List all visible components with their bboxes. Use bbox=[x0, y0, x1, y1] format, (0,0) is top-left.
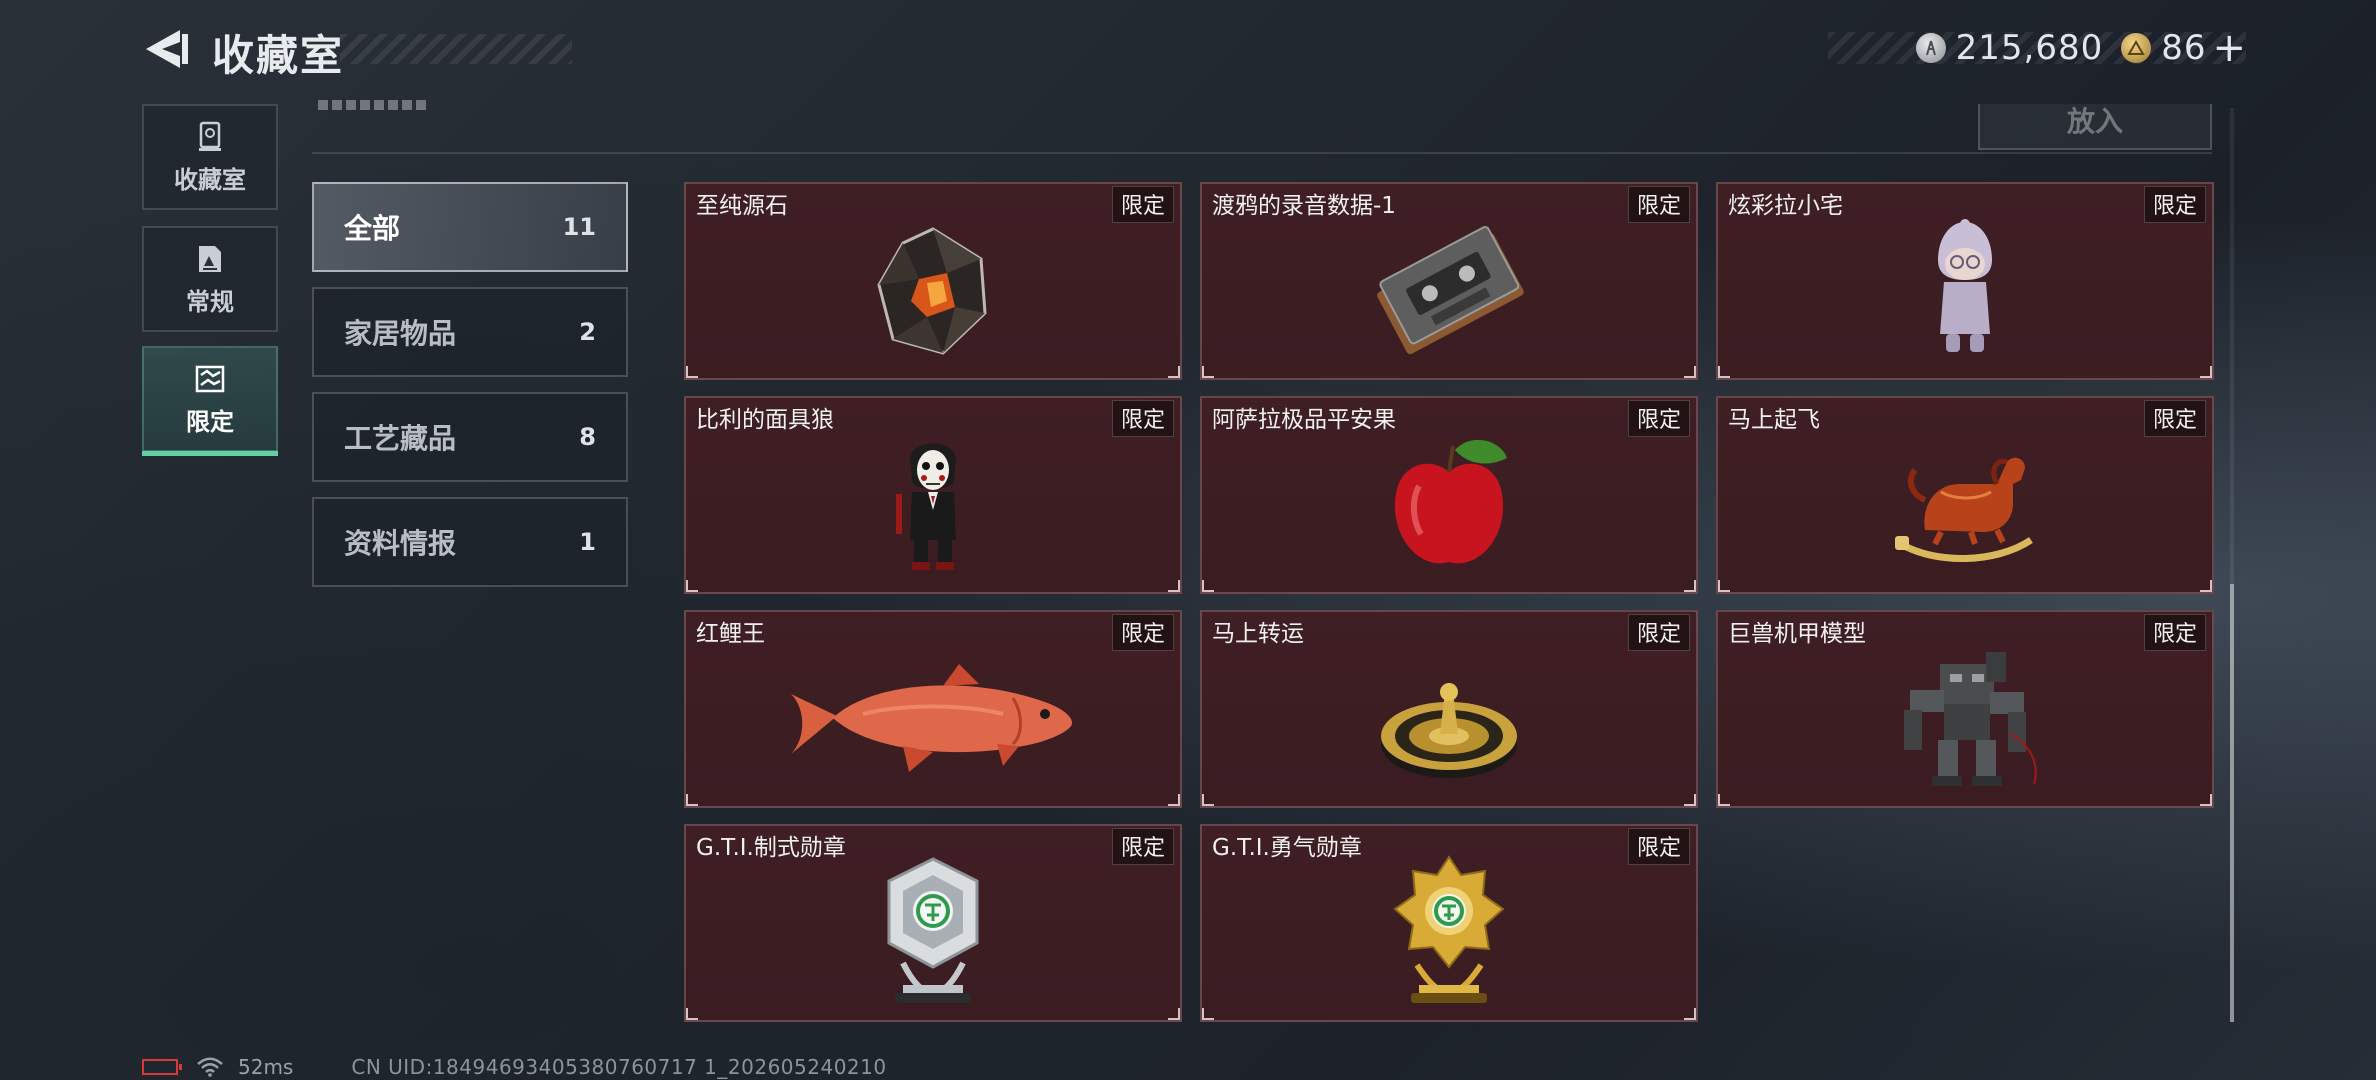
currency-bar: 215,680 86 + bbox=[1828, 28, 2246, 68]
item-card[interactable]: 马上起飞 限定 bbox=[1716, 396, 2214, 594]
ping-value: 52ms bbox=[238, 1055, 294, 1079]
item-card[interactable]: 马上转运 限定 bbox=[1200, 610, 1698, 808]
item-card[interactable]: 比利的面具狼 限定 bbox=[684, 396, 1182, 594]
item-card[interactable]: 阿萨拉极品平安果 限定 bbox=[1200, 396, 1698, 594]
item-card[interactable]: 巨兽机甲模型 限定 bbox=[1716, 610, 2214, 808]
category-count: 11 bbox=[562, 213, 596, 241]
category-name: 工艺藏品 bbox=[344, 422, 457, 455]
rail-tab-label: 限定 bbox=[186, 407, 234, 436]
mech-model-icon bbox=[1718, 632, 2212, 806]
place-in-label: 放入 bbox=[2066, 105, 2123, 138]
scrollbar-thumb[interactable] bbox=[2230, 584, 2234, 1022]
gold-triangle-coin-icon bbox=[2121, 33, 2152, 63]
document-icon bbox=[199, 245, 221, 272]
item-card[interactable]: 渡鸦的录音数据-1 限定 bbox=[1200, 182, 1698, 380]
puppet-figure-icon bbox=[686, 418, 1180, 592]
silver-coin-icon bbox=[1915, 33, 1946, 63]
category-name: 资料情报 bbox=[344, 527, 457, 560]
partial-header-text bbox=[318, 100, 428, 110]
back-button[interactable] bbox=[140, 26, 190, 72]
battery-icon bbox=[142, 1059, 182, 1075]
category-crafts[interactable]: 工艺藏品 8 bbox=[312, 392, 628, 482]
header-bar: 收藏室 215,680 86 + bbox=[0, 0, 2376, 96]
place-in-button[interactable]: 放入 bbox=[1978, 104, 2212, 150]
item-card[interactable]: G.T.I.制式勋章 限定 bbox=[684, 824, 1182, 1022]
page-title: 收藏室 bbox=[212, 31, 345, 80]
category-count: 8 bbox=[579, 423, 596, 451]
category-intel[interactable]: 资料情报 1 bbox=[312, 497, 628, 587]
item-grid: 至纯源石 限定 渡鸦的录音数据-1 限定 炫彩拉小宅 限定 比利的面具狼 限定 … bbox=[684, 182, 2214, 1022]
golden-compass-icon bbox=[1202, 632, 1696, 806]
carp-fish-icon bbox=[686, 632, 1180, 806]
divider bbox=[312, 152, 2212, 154]
silver-currency-value: 215,680 bbox=[1955, 28, 2104, 68]
back-arrow-icon bbox=[146, 30, 188, 68]
item-card[interactable]: 红鲤王 限定 bbox=[684, 610, 1182, 808]
category-name: 家居物品 bbox=[344, 317, 457, 350]
category-household[interactable]: 家居物品 2 bbox=[312, 287, 628, 377]
status-footer: 52ms CN UID:18494693405380760717 1_20260… bbox=[142, 1054, 887, 1080]
rail-tab-label: 常规 bbox=[186, 287, 234, 316]
item-card[interactable]: 炫彩拉小宅 限定 bbox=[1716, 182, 2214, 380]
item-card[interactable]: 至纯源石 限定 bbox=[684, 182, 1182, 380]
silver-medal-icon bbox=[686, 846, 1180, 1020]
category-count: 1 bbox=[579, 528, 596, 556]
rocking-horse-icon bbox=[1718, 418, 2212, 592]
rail-tab-limited[interactable]: 限定 bbox=[142, 346, 278, 456]
wifi-icon bbox=[197, 1057, 223, 1077]
trophy-icon bbox=[199, 121, 221, 151]
map-icon bbox=[195, 365, 225, 392]
add-currency-button[interactable]: + bbox=[2212, 28, 2246, 68]
gold-medal-icon bbox=[1202, 846, 1696, 1020]
crystal-stone-icon bbox=[686, 204, 1180, 378]
gold-currency-value: 86 bbox=[2161, 28, 2207, 68]
category-all[interactable]: 全部 11 bbox=[312, 182, 628, 272]
currency-silver: 215,680 bbox=[1915, 28, 2104, 68]
apple-icon bbox=[1202, 418, 1696, 592]
cassette-tape-icon bbox=[1202, 204, 1696, 378]
rail-tab-collection-room[interactable]: 收藏室 bbox=[142, 104, 278, 210]
rail-tab-regular[interactable]: 常规 bbox=[142, 226, 278, 332]
category-name: 全部 bbox=[344, 212, 401, 245]
title-decoration bbox=[340, 34, 572, 64]
figurine-icon bbox=[1718, 204, 2212, 378]
item-card[interactable]: G.T.I.勇气勋章 限定 bbox=[1200, 824, 1698, 1022]
user-uid: CN UID:18494693405380760717 1_2026052402… bbox=[351, 1055, 887, 1079]
currency-gold: 86 + bbox=[2121, 28, 2246, 68]
rail-tab-label: 收藏室 bbox=[174, 165, 246, 194]
category-count: 2 bbox=[579, 318, 596, 346]
